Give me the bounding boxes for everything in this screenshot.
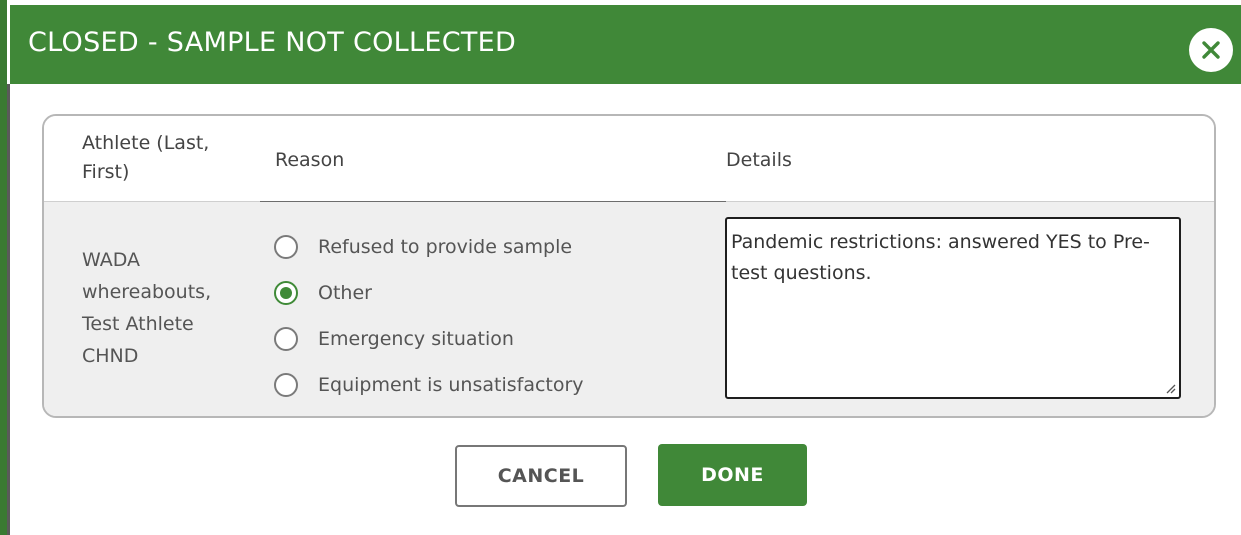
radio-unchecked[interactable] [274,327,298,351]
table-header-row: Athlete (Last, First) Reason Details [44,116,1214,202]
resize-grip-icon[interactable] [1164,382,1176,394]
reason-option-emergency[interactable]: Emergency situation [274,316,584,362]
close-icon [1202,41,1220,59]
table-row: WADA whereabouts, Test Athlete CHND Refu… [44,202,1214,416]
radio-unchecked[interactable] [274,235,298,259]
athlete-name: WADA whereabouts, Test Athlete CHND [82,249,212,367]
close-button[interactable] [1189,28,1233,72]
reason-radio-group: Refused to provide sample Other Emergenc… [274,224,584,408]
background-page-edge-shadow [7,84,10,535]
details-textarea[interactable]: Pandemic restrictions: answered YES to P… [725,217,1181,399]
radio-checked[interactable] [274,281,298,305]
not-collected-table: Athlete (Last, First) Reason Details WAD… [42,114,1216,418]
details-column-header: Details [726,149,792,171]
reason-option-equipment[interactable]: Equipment is unsatisfactory [274,362,584,408]
reason-option-label: Equipment is unsatisfactory [318,374,584,396]
reason-option-other[interactable]: Other [274,270,584,316]
done-button[interactable]: DONE [658,444,807,506]
details-text: Pandemic restrictions: answered YES to P… [731,231,1150,284]
background-page-edge [0,0,7,535]
reason-option-refused[interactable]: Refused to provide sample [274,224,584,270]
athlete-column-header: Athlete (Last, First) [82,132,210,183]
reason-option-label: Refused to provide sample [318,236,573,258]
reason-option-label: Other [318,282,372,304]
dialog-header: CLOSED - SAMPLE NOT COLLECTED [10,5,1241,84]
cancel-button[interactable]: CANCEL [455,445,627,507]
reason-option-label: Emergency situation [318,328,514,350]
radio-unchecked[interactable] [274,373,298,397]
reason-column-header: Reason [275,149,345,171]
dialog-title: CLOSED - SAMPLE NOT COLLECTED [28,27,517,58]
